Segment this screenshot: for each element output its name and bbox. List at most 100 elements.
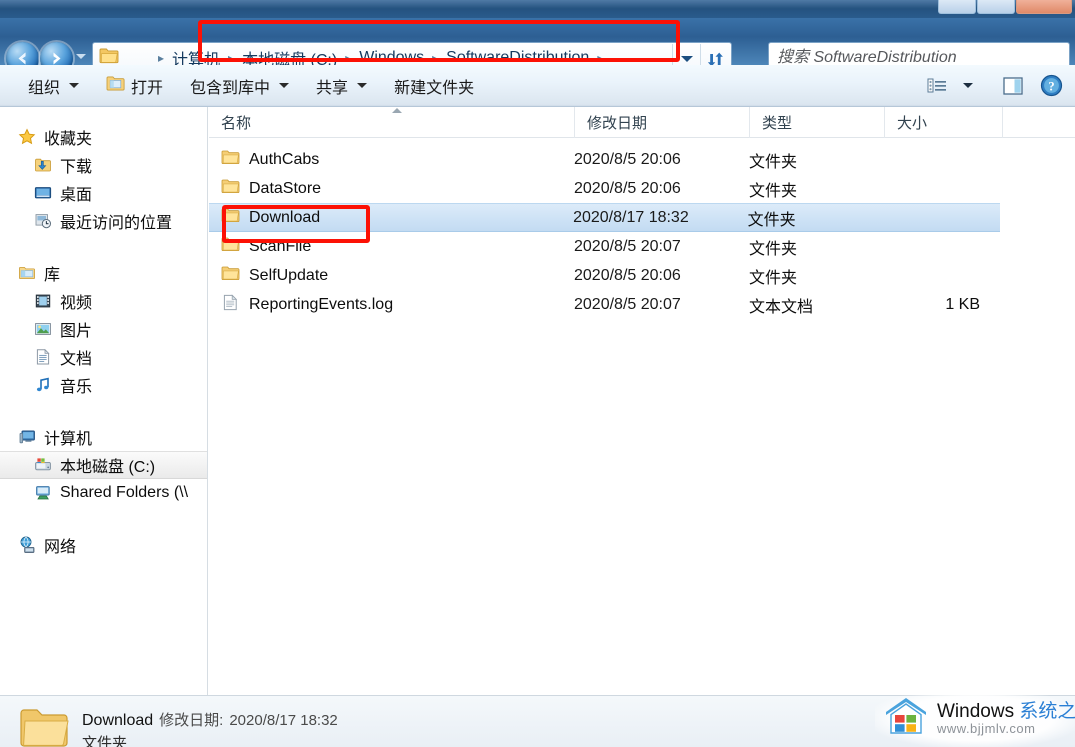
desktop-icon bbox=[34, 184, 52, 202]
new-folder-button[interactable]: 新建文件夹 bbox=[382, 71, 486, 101]
folder-icon bbox=[221, 207, 240, 228]
column-headers: 名称 修改日期 类型 大小 bbox=[209, 107, 1075, 138]
include-in-library-label: 包含到库中 bbox=[190, 79, 271, 97]
folder-icon-large bbox=[18, 705, 70, 747]
sidebar-item-label: Shared Folders (\\ bbox=[60, 484, 189, 501]
file-name-cell: DataStore bbox=[209, 178, 574, 199]
network-icon bbox=[18, 536, 36, 554]
recent-locations-button[interactable] bbox=[76, 54, 86, 59]
status-item-name: Download bbox=[82, 712, 154, 729]
nav-group-computer: 计算机 本地磁盘 (C:) Shared Folders (\\ bbox=[0, 423, 207, 507]
sort-ascending-icon bbox=[391, 107, 402, 113]
folder-icon bbox=[221, 178, 240, 199]
folder-icon bbox=[221, 236, 240, 257]
column-header-type[interactable]: 类型 bbox=[749, 107, 884, 138]
watermark-brand: Windows bbox=[937, 700, 1015, 722]
pictures-icon bbox=[34, 320, 52, 338]
file-name-cell: SelfUpdate bbox=[209, 265, 574, 286]
breadcrumb-separator: ▸ bbox=[228, 51, 235, 65]
organize-button[interactable]: 组织 bbox=[16, 71, 91, 101]
svg-text:?: ? bbox=[1048, 79, 1054, 93]
sidebar-item-label: 图片 bbox=[60, 323, 93, 340]
sidebar-item-libraries[interactable]: 库 bbox=[0, 259, 207, 287]
file-date-cell: 2020/8/5 20:07 bbox=[574, 295, 681, 313]
column-header-label: 类型 bbox=[762, 114, 793, 132]
sidebar-item-downloads[interactable]: 下载 bbox=[0, 151, 207, 179]
file-type-cell: 文件夹 bbox=[749, 153, 798, 171]
include-in-library-button[interactable]: 包含到库中 bbox=[178, 71, 301, 101]
column-header-date-modified[interactable]: 修改日期 bbox=[574, 107, 749, 138]
file-name-cell: AuthCabs bbox=[209, 149, 574, 170]
maximize-button[interactable] bbox=[977, 0, 1015, 14]
watermark: Windows 系统之家 www.bjjmlv.com bbox=[875, 690, 1075, 747]
status-bar-text: Download 修改日期: 2020/8/17 18:32 文件夹 bbox=[70, 705, 338, 747]
file-size-cell: 1 KB bbox=[945, 295, 980, 313]
column-header-label: 名称 bbox=[221, 114, 252, 132]
file-name-cell: ReportingEvents.log bbox=[209, 293, 574, 316]
sidebar-item-favorites[interactable]: 收藏夹 bbox=[0, 123, 207, 151]
title-bar bbox=[0, 0, 1075, 18]
column-header-name[interactable]: 名称 bbox=[209, 107, 574, 138]
nav-group-libraries: 库 视频 图片 文档 音乐 bbox=[0, 259, 207, 399]
sidebar-item-music[interactable]: 音乐 bbox=[0, 371, 207, 399]
file-type-cell: 文件夹 bbox=[747, 211, 796, 229]
toolbar: 组织 打开 包含到库中 共享 新建文件夹 ? bbox=[0, 65, 1075, 107]
sidebar-item-label: 计算机 bbox=[44, 431, 93, 448]
chevron-down-icon bbox=[963, 83, 973, 88]
open-button[interactable]: 打开 bbox=[94, 71, 175, 101]
status-item-type: 文件夹 bbox=[82, 735, 128, 747]
window-controls bbox=[938, 0, 1072, 14]
recent-places-icon bbox=[34, 212, 52, 230]
table-row[interactable]: SelfUpdate 2020/8/5 20:06 文件夹 bbox=[209, 261, 1075, 290]
help-button[interactable]: ? bbox=[1033, 71, 1069, 101]
folder-icon bbox=[221, 149, 240, 170]
sidebar-item-pictures[interactable]: 图片 bbox=[0, 315, 207, 343]
sidebar-item-computer[interactable]: 计算机 bbox=[0, 423, 207, 451]
preview-pane-icon bbox=[1003, 76, 1023, 95]
navigation-pane[interactable]: 收藏夹 下载 桌面 最近访问的位置 库 视频 图片 文档 音乐 计算机 本地磁盘… bbox=[0, 107, 208, 695]
minimize-button[interactable] bbox=[938, 0, 976, 14]
sidebar-item-network[interactable]: 网络 bbox=[0, 531, 207, 559]
sidebar-item-videos[interactable]: 视频 bbox=[0, 287, 207, 315]
file-type-cell: 文件夹 bbox=[749, 182, 798, 200]
share-button[interactable]: 共享 bbox=[304, 71, 379, 101]
videos-icon bbox=[34, 292, 52, 310]
table-row[interactable]: ScanFile 2020/8/5 20:07 文件夹 bbox=[209, 232, 1075, 261]
watermark-url: www.bjjmlv.com bbox=[937, 720, 1036, 736]
table-row-selected[interactable]: Download 2020/8/17 18:32 文件夹 bbox=[209, 203, 1000, 232]
documents-icon bbox=[34, 348, 52, 366]
close-button[interactable] bbox=[1016, 0, 1072, 14]
change-view-button[interactable] bbox=[919, 71, 955, 101]
log-file-icon bbox=[221, 293, 240, 316]
view-dropdown-button[interactable] bbox=[957, 71, 979, 101]
sidebar-item-local-disk-c[interactable]: 本地磁盘 (C:) bbox=[0, 451, 207, 479]
downloads-icon bbox=[34, 156, 52, 174]
status-meta-value: 2020/8/17 18:32 bbox=[229, 712, 338, 729]
sidebar-item-desktop[interactable]: 桌面 bbox=[0, 179, 207, 207]
computer-icon bbox=[18, 428, 36, 446]
watermark-brand-line: Windows 系统之家 bbox=[937, 701, 1075, 722]
table-row[interactable]: DataStore 2020/8/5 20:06 文件夹 bbox=[209, 174, 1075, 203]
column-header-size[interactable]: 大小 bbox=[884, 107, 1002, 138]
sidebar-item-recent-places[interactable]: 最近访问的位置 bbox=[0, 207, 207, 235]
file-name-label: SelfUpdate bbox=[249, 266, 329, 284]
library-icon bbox=[18, 264, 36, 282]
sidebar-item-shared-folders[interactable]: Shared Folders (\\ bbox=[0, 479, 207, 507]
music-icon bbox=[34, 376, 52, 394]
file-name-label: DataStore bbox=[249, 179, 322, 197]
table-row[interactable]: ReportingEvents.log 2020/8/5 20:07 文本文档 … bbox=[209, 290, 1075, 319]
column-header-label: 修改日期 bbox=[587, 114, 648, 132]
file-date-cell: 2020/8/5 20:07 bbox=[574, 237, 681, 255]
preview-pane-button[interactable] bbox=[995, 71, 1031, 101]
table-row[interactable]: AuthCabs 2020/8/5 20:06 文件夹 bbox=[209, 145, 1075, 174]
nav-group-favorites: 收藏夹 下载 桌面 最近访问的位置 bbox=[0, 123, 207, 235]
chevron-down-icon bbox=[357, 83, 368, 88]
house-windows-logo-icon bbox=[883, 695, 929, 742]
file-list-pane[interactable]: 名称 修改日期 类型 大小 AuthCabs 2020/8/5 20:06 文件… bbox=[209, 107, 1075, 695]
file-name-label: ScanFile bbox=[249, 237, 312, 255]
sidebar-item-documents[interactable]: 文档 bbox=[0, 343, 207, 371]
breadcrumb-separator: ▸ bbox=[432, 51, 439, 65]
chevron-down-icon bbox=[680, 56, 693, 62]
new-folder-label: 新建文件夹 bbox=[394, 79, 475, 97]
